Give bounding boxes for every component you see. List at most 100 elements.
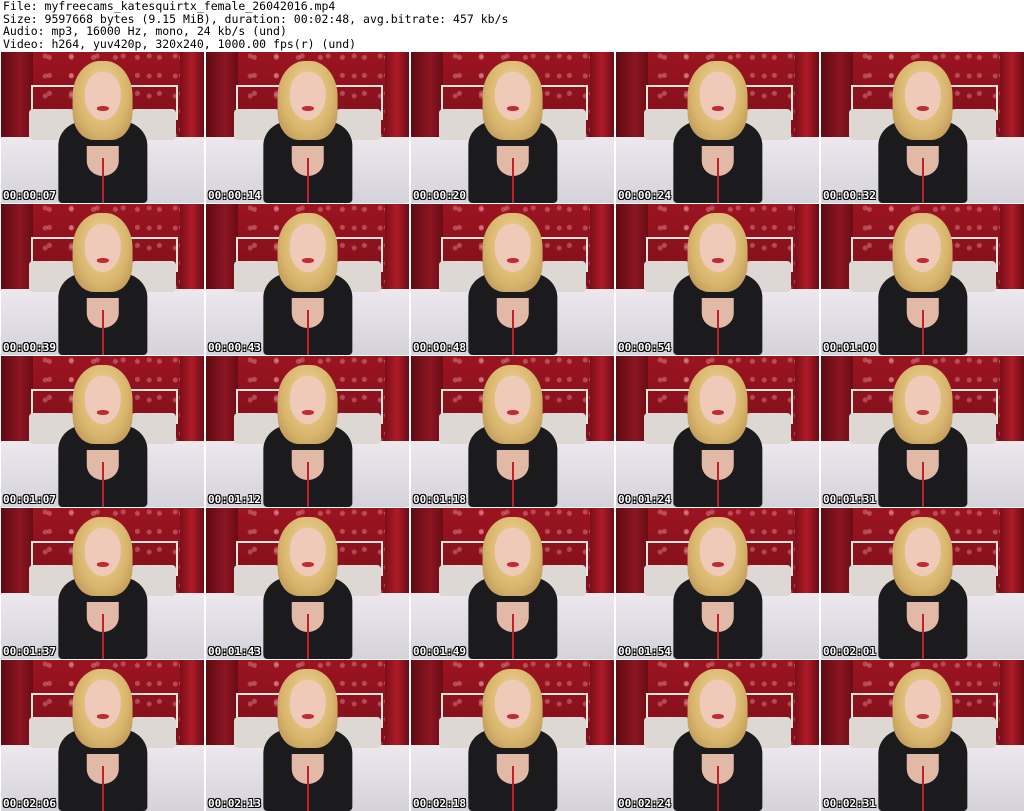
thumbnail-grid: 00:00:07 00:00:14 00:00:20 00:00:24 00:00:32… xyxy=(1,52,1024,811)
video-thumbnail: 00:00:24 xyxy=(616,52,819,203)
thumbnail-trim xyxy=(716,157,719,203)
thumbnail-lips xyxy=(301,106,314,111)
thumbnail-lips xyxy=(916,258,929,263)
video-thumbnail: 00:01:00 xyxy=(821,204,1024,355)
video-thumbnail: 00:02:01 xyxy=(821,508,1024,659)
thumbnail-trim xyxy=(921,157,924,203)
thumbnail-face xyxy=(289,223,326,272)
thumbnail-face xyxy=(289,527,326,576)
video-thumbnail: 00:00:39 xyxy=(1,204,204,355)
thumbnail-timestamp: 00:00:32 xyxy=(823,189,876,202)
thumbnail-timestamp: 00:00:39 xyxy=(3,341,56,354)
thumbnail-timestamp: 00:01:24 xyxy=(618,493,671,506)
video-thumbnail: 00:01:54 xyxy=(616,508,819,659)
thumbnail-face xyxy=(494,679,531,728)
thumbnail-lips xyxy=(96,410,109,415)
thumbnail-lips xyxy=(711,410,724,415)
thumbnail-timestamp: 00:01:00 xyxy=(823,341,876,354)
video-thumbnail: 00:01:18 xyxy=(411,356,614,507)
video-thumbnail: 00:01:31 xyxy=(821,356,1024,507)
thumbnail-trim xyxy=(511,765,514,811)
thumbnail-trim xyxy=(921,461,924,507)
video-thumbnail: 00:01:37 xyxy=(1,508,204,659)
thumbnail-lips xyxy=(506,258,519,263)
thumbnail-trim xyxy=(306,613,309,659)
thumbnail-face xyxy=(289,375,326,424)
thumbnail-trim xyxy=(306,765,309,811)
thumbnail-timestamp: 00:00:43 xyxy=(208,341,261,354)
thumbnail-lips xyxy=(916,410,929,415)
thumbnail-face xyxy=(494,71,531,120)
thumbnail-timestamp: 00:00:20 xyxy=(413,189,466,202)
thumbnail-lips xyxy=(301,562,314,567)
thumbnail-timestamp: 00:02:31 xyxy=(823,797,876,810)
thumbnail-lips xyxy=(301,714,314,719)
video-thumbnail: 00:00:07 xyxy=(1,52,204,203)
thumbnail-timestamp: 00:02:01 xyxy=(823,645,876,658)
video-info-line: Video: h264, yuv420p, 320x240, 1000.00 f… xyxy=(3,36,357,51)
thumbnail-timestamp: 00:00:14 xyxy=(208,189,261,202)
thumbnail-lips xyxy=(916,106,929,111)
video-thumbnail: 00:00:14 xyxy=(206,52,409,203)
thumbnail-timestamp: 00:02:13 xyxy=(208,797,261,810)
thumbnail-trim xyxy=(716,613,719,659)
thumbnail-face xyxy=(494,375,531,424)
thumbnail-face xyxy=(289,71,326,120)
thumbnail-trim xyxy=(716,765,719,811)
thumbnail-face xyxy=(84,223,121,272)
thumbnail-lips xyxy=(711,562,724,567)
thumbnail-trim xyxy=(306,157,309,203)
thumbnail-timestamp: 00:01:37 xyxy=(3,645,56,658)
audio-info-line: Audio: mp3, 16000 Hz, mono, 24 kb/s (und… xyxy=(3,24,287,38)
thumbnail-timestamp: 00:01:31 xyxy=(823,493,876,506)
thumbnail-trim xyxy=(511,613,514,659)
thumbnail-lips xyxy=(506,562,519,567)
thumbnail-timestamp: 00:01:07 xyxy=(3,493,56,506)
video-thumbnail: 00:00:32 xyxy=(821,52,1024,203)
thumbnail-trim xyxy=(101,765,104,811)
video-thumbnail: 00:01:43 xyxy=(206,508,409,659)
thumbnail-face xyxy=(84,71,121,120)
thumbnail-lips xyxy=(301,410,314,415)
thumbnail-face xyxy=(494,223,531,272)
video-thumbnail: 00:00:20 xyxy=(411,52,614,203)
video-thumbnail: 00:00:48 xyxy=(411,204,614,355)
thumbnail-timestamp: 00:02:06 xyxy=(3,797,56,810)
thumbnail-timestamp: 00:01:12 xyxy=(208,493,261,506)
thumbnail-lips xyxy=(96,562,109,567)
thumbnail-trim xyxy=(101,461,104,507)
thumbnail-trim xyxy=(101,157,104,203)
thumbnail-trim xyxy=(306,309,309,355)
thumbnail-face xyxy=(904,527,941,576)
thumbnail-timestamp: 00:02:24 xyxy=(618,797,671,810)
thumbnail-face xyxy=(904,679,941,728)
thumbnail-lips xyxy=(916,714,929,719)
thumbnail-trim xyxy=(306,461,309,507)
thumbnail-face xyxy=(84,527,121,576)
thumbnail-trim xyxy=(716,309,719,355)
file-name-line: File: myfreecams_katesquirtx_female_2604… xyxy=(3,0,336,13)
video-thumbnail: 00:02:18 xyxy=(411,660,614,811)
thumbnail-lips xyxy=(711,258,724,263)
video-thumbnail: 00:02:13 xyxy=(206,660,409,811)
thumbnail-lips xyxy=(506,410,519,415)
thumbnail-trim xyxy=(511,461,514,507)
thumbnail-timestamp: 00:01:18 xyxy=(413,493,466,506)
thumbnail-face xyxy=(904,71,941,120)
video-thumbnail: 00:01:12 xyxy=(206,356,409,507)
video-thumbnail: 00:00:54 xyxy=(616,204,819,355)
thumbnail-timestamp: 00:01:54 xyxy=(618,645,671,658)
video-thumbnail: 00:00:43 xyxy=(206,204,409,355)
thumbnail-lips xyxy=(506,714,519,719)
file-info-header: File: myfreecams_katesquirtx_female_2604… xyxy=(0,0,1024,52)
thumbnail-face xyxy=(904,223,941,272)
thumbnail-lips xyxy=(96,106,109,111)
thumbnail-lips xyxy=(96,714,109,719)
thumbnail-face xyxy=(699,679,736,728)
thumbnail-face xyxy=(699,527,736,576)
thumbnail-face xyxy=(699,223,736,272)
thumbnail-lips xyxy=(96,258,109,263)
thumbnail-face xyxy=(699,71,736,120)
thumbnail-lips xyxy=(506,106,519,111)
thumbnail-trim xyxy=(716,461,719,507)
